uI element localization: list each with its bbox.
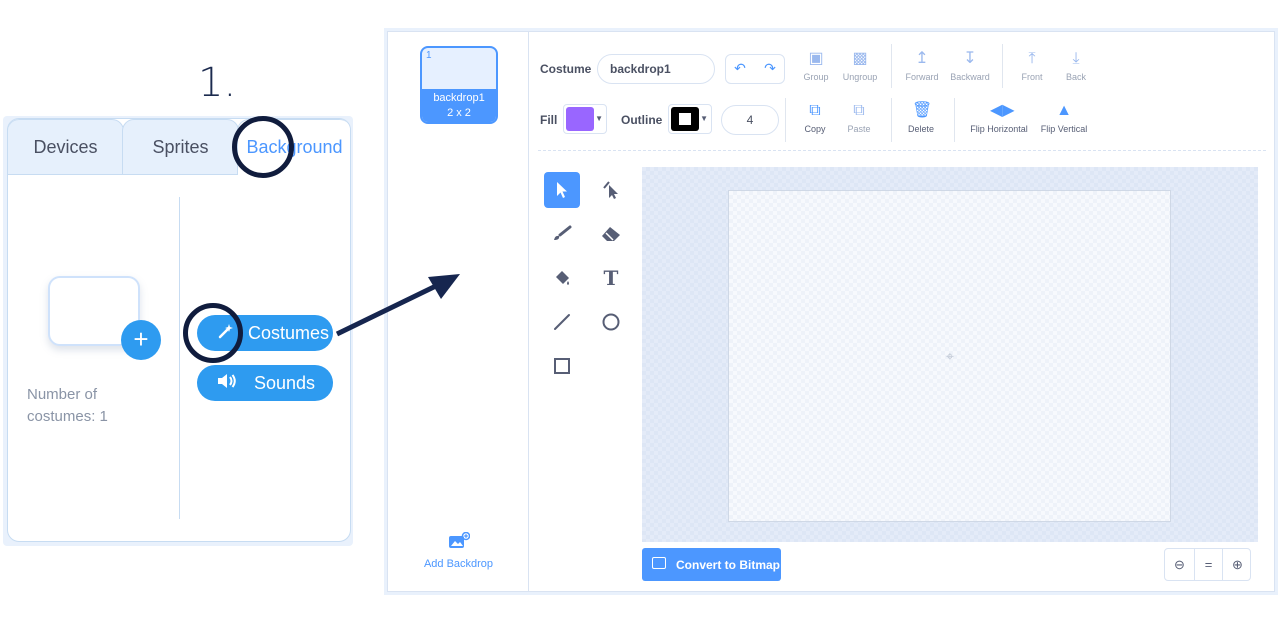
drawing-canvas[interactable]: ⌖ [728, 190, 1171, 522]
group-button[interactable]: ▣ Group [798, 50, 834, 82]
fill-tool[interactable] [544, 260, 580, 296]
costume-item-name: backdrop1 [433, 92, 485, 104]
highlight-ring-costumes-button [183, 303, 243, 363]
outline-color-swatch [671, 107, 699, 131]
speaker-icon [217, 373, 237, 394]
eraser-tool[interactable] [593, 216, 629, 252]
back-label: Back [1065, 72, 1086, 82]
costume-item-size: 2 x 2 [447, 107, 471, 119]
delete-button[interactable]: 🗑 Delete [901, 102, 941, 134]
ungroup-label: Ungroup [842, 72, 878, 82]
convert-to-bitmap-label: Convert to Bitmap [676, 557, 781, 572]
flip-horizontal-label: Flip Horizontal [970, 124, 1028, 134]
ungroup-icon: ▩ [852, 50, 868, 67]
costumes-button-label: Costumes [248, 322, 330, 343]
delete-label: Delete [907, 124, 934, 134]
rectangle-tool[interactable] [544, 348, 580, 384]
back-button[interactable]: ⤓ Back [1058, 50, 1094, 82]
forward-button[interactable]: ↥ Forward [900, 50, 944, 82]
ungroup-button[interactable]: ▩ Ungroup [840, 50, 880, 82]
redo-icon[interactable]: ↷ [756, 60, 784, 77]
forward-icon: ↥ [915, 50, 929, 67]
zoom-reset-button[interactable]: = [1194, 549, 1223, 580]
fill-label: Fill [540, 113, 558, 127]
paint-editor: 1 backdrop1 2 x 2 Add Backdrop Costume b… [384, 28, 1278, 595]
select-tool[interactable] [544, 172, 580, 208]
back-icon: ⤓ [1072, 50, 1080, 67]
tab-devices[interactable]: Devices [8, 119, 124, 175]
zoom-in-icon[interactable]: ⊕ [1223, 549, 1252, 580]
toolbar-separator [1002, 44, 1003, 88]
undo-icon[interactable]: ↶ [726, 60, 754, 77]
image-icon [652, 557, 666, 569]
zoom-controls: ⊖ = ⊕ [1164, 548, 1251, 581]
copy-label: Copy [804, 124, 826, 134]
add-backdrop-label[interactable]: Add Backdrop [388, 558, 529, 570]
paste-label: Paste [847, 124, 871, 134]
sounds-button[interactable]: Sounds [197, 365, 333, 401]
stage-panel: Devices Sprites Background + Number of c… [3, 116, 353, 546]
reshape-tool[interactable] [593, 172, 629, 208]
outline-width-input[interactable]: 4 [721, 105, 779, 135]
front-icon: ⤒ [1028, 50, 1036, 67]
convert-to-bitmap-button[interactable]: Convert to Bitmap [642, 548, 781, 581]
flip-vertical-button[interactable]: ▲ Flip Vertical [1036, 102, 1092, 134]
caret-down-icon: ▼ [700, 114, 708, 123]
line-tool[interactable] [544, 304, 580, 340]
trash-icon: 🗑 [912, 102, 933, 119]
undo-redo-group: ↶ ↷ [725, 54, 785, 84]
toolbar-separator [891, 98, 892, 142]
front-button[interactable]: ⤒ Front [1014, 50, 1050, 82]
costume-caption: backdrop1 2 x 2 [422, 89, 496, 122]
toolbar-divider [538, 150, 1266, 151]
copy-icon: ⧉ [809, 102, 821, 119]
paint-editor-inner: 1 backdrop1 2 x 2 Add Backdrop Costume b… [387, 31, 1275, 592]
add-backdrop-icon[interactable] [448, 531, 471, 550]
costume-index: 1 [426, 50, 432, 61]
costume-list: 1 backdrop1 2 x 2 Add Backdrop [388, 32, 529, 591]
caret-down-icon: ▼ [595, 114, 603, 123]
toolbar-separator [954, 98, 955, 142]
tab-sprites[interactable]: Sprites [122, 119, 239, 175]
backward-label: Backward [950, 72, 990, 82]
text-tool[interactable]: T [593, 260, 629, 296]
step-one-label: 1. [198, 60, 237, 106]
group-icon: ▣ [808, 50, 824, 67]
panel-divider [179, 197, 180, 519]
flip-horizontal-button[interactable]: ◀▶ Flip Horizontal [964, 102, 1034, 134]
highlight-ring-background-tab [232, 116, 294, 178]
flip-vertical-label: Flip Vertical [1040, 124, 1088, 134]
front-label: Front [1021, 72, 1043, 82]
stage-panel-inner: Devices Sprites Background + Number of c… [7, 118, 351, 542]
costume-name-input[interactable]: backdrop1 [597, 54, 715, 84]
backward-icon: ↧ [963, 50, 977, 67]
add-backdrop-button[interactable]: + [121, 320, 161, 360]
costume-label: Costume [540, 62, 592, 76]
group-label: Group [803, 72, 829, 82]
paste-icon: ⧉ [853, 102, 865, 119]
paste-button[interactable]: ⧉ Paste [840, 102, 878, 134]
flip-vertical-icon: ▲ [1056, 102, 1072, 119]
fill-color-swatch [566, 107, 594, 131]
panel-tabs: Devices Sprites Background [8, 119, 350, 175]
crosshair-icon: ⌖ [946, 348, 954, 364]
sounds-button-label: Sounds [254, 372, 316, 393]
copy-button[interactable]: ⧉ Copy [796, 102, 834, 134]
brush-tool[interactable] [544, 216, 580, 252]
flip-horizontal-icon: ◀▶ [990, 102, 1015, 119]
outline-color-picker[interactable]: ▼ [668, 104, 712, 134]
zoom-out-icon[interactable]: ⊖ [1165, 549, 1194, 580]
forward-label: Forward [905, 72, 939, 82]
outline-label: Outline [621, 113, 663, 127]
costume-item[interactable]: 1 backdrop1 2 x 2 [420, 46, 498, 124]
backward-button[interactable]: ↧ Backward [946, 50, 994, 82]
circle-tool[interactable] [593, 304, 629, 340]
canvas-area: ⌖ [642, 167, 1258, 542]
costume-count: Number of costumes: 1 [27, 386, 108, 425]
toolbar-separator [891, 44, 892, 88]
fill-color-picker[interactable]: ▼ [563, 104, 607, 134]
toolbar-separator [785, 98, 786, 142]
